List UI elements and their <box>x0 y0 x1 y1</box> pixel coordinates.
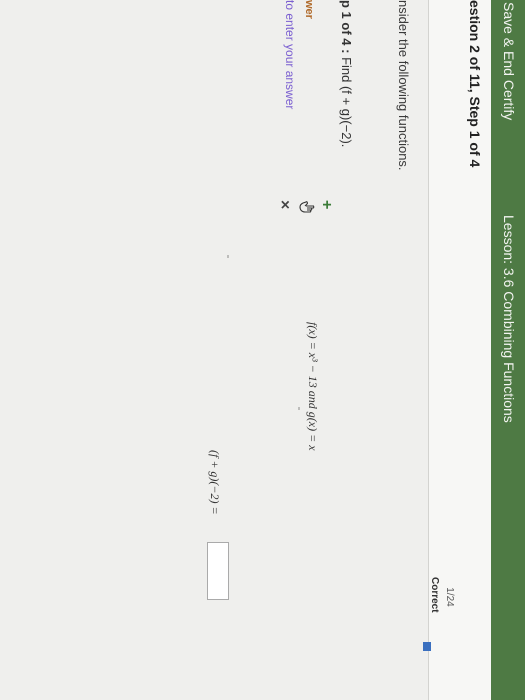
step-prompt: p 1 of 4 : Find (f + g)(−2). <box>339 0 354 147</box>
top-bar: Save & End Certify Lesson: 3.6 Combining… <box>491 0 525 700</box>
close-icon[interactable]: × <box>275 200 293 209</box>
question-title: estion 2 of 11, Step 1 of 4 <box>467 0 483 168</box>
answer-heading: wer <box>303 0 315 19</box>
hand-pointer-icon[interactable] <box>299 200 315 216</box>
consider-text: nsider the following functions. <box>396 0 411 171</box>
step-label: p 1 of 4 : <box>339 0 354 54</box>
functions-definition: f(x) = x³ − 13 and g(x) = x <box>306 322 320 451</box>
lesson-title: Lesson: 3.6 Combining Functions <box>501 215 517 423</box>
status-text: Correct <box>429 577 440 613</box>
step-instruction: Find (f + g)(−2). <box>339 57 354 148</box>
score-text: 1/24 <box>444 587 455 607</box>
progress-indicator <box>423 642 431 651</box>
rotated-page: Save & End Certify Lesson: 3.6 Combining… <box>0 0 525 700</box>
decorative-speck <box>298 407 300 410</box>
decorative-speck <box>227 255 229 258</box>
answer-input[interactable] <box>207 542 229 600</box>
hand-pointer-svg <box>299 201 315 213</box>
plus-icon[interactable]: + <box>317 200 335 209</box>
equation-label: (f + g)(−2) = <box>208 450 222 515</box>
answer-prompt[interactable]: to enter your answer <box>283 0 297 109</box>
save-end-link[interactable]: Save & End Certify <box>501 2 517 120</box>
